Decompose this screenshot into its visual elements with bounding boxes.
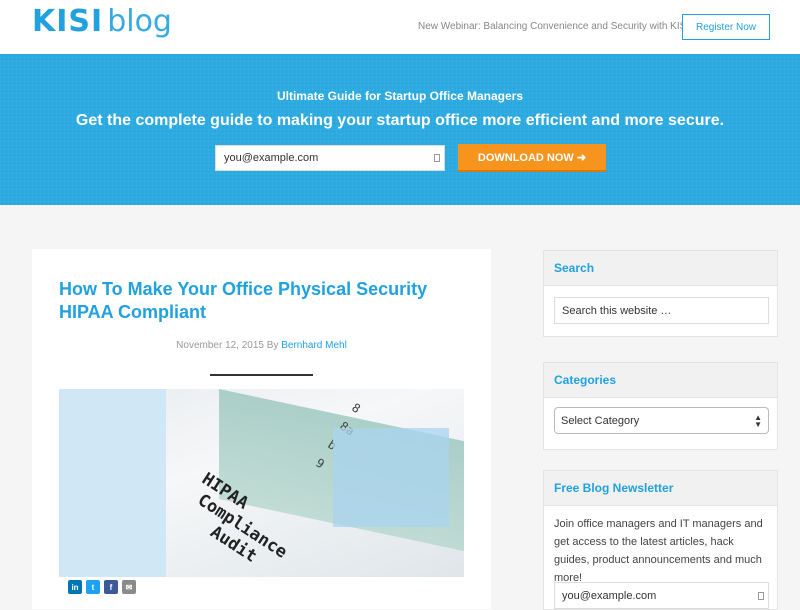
twitter-icon[interactable]: t — [86, 580, 100, 594]
image-overlay-box — [333, 428, 449, 527]
hero-title: Get the complete guide to making your st… — [75, 112, 725, 129]
register-now-button[interactable]: Register Now — [682, 14, 770, 40]
webinar-link[interactable]: New Webinar: Balancing Convenience and S… — [418, 21, 689, 32]
facebook-icon[interactable]: f — [104, 580, 118, 594]
newsletter-widget-heading: Free Blog Newsletter — [544, 471, 777, 506]
autofill-icon — [434, 154, 440, 162]
article-card: How To Make Your Office Physical Securit… — [32, 249, 491, 609]
logo-blog-text: blog — [107, 4, 172, 39]
search-widget-heading: Search — [544, 251, 777, 286]
categories-widget: Categories Select Category ▲ ▼ — [543, 362, 778, 450]
article-title[interactable]: How To Make Your Office Physical Securit… — [59, 278, 479, 324]
site-header: KISI blog New Webinar: Balancing Conveni… — [0, 0, 800, 54]
newsletter-widget: Free Blog Newsletter Join office manager… — [543, 470, 778, 610]
hero-email-input[interactable]: you@example.com — [215, 145, 445, 171]
category-select[interactable]: Select Category ▲ ▼ — [554, 407, 769, 434]
linkedin-icon[interactable]: in — [68, 580, 82, 594]
hero-email-value: you@example.com — [224, 152, 319, 164]
title-divider — [210, 374, 313, 376]
article-date: November 12, 2015 — [176, 340, 264, 351]
article-meta: November 12, 2015 By Bernhard Mehl — [32, 340, 491, 351]
article-by: By — [266, 340, 279, 351]
kisi-blog-logo[interactable]: KISI blog — [32, 4, 172, 46]
sidebar-search-input[interactable]: Search this website … — [554, 297, 769, 324]
email-icon[interactable]: ✉ — [122, 580, 136, 594]
social-share-bar: in t f ✉ — [68, 580, 136, 594]
newsletter-email-input[interactable]: you@example.com — [554, 582, 769, 609]
hero-subtitle: Ultimate Guide for Startup Office Manage… — [276, 89, 524, 103]
download-now-button[interactable]: DOWNLOAD NOW ➜ — [458, 144, 606, 172]
categories-widget-heading: Categories — [544, 363, 777, 398]
article-featured-image[interactable]: 8 8a b 9 HIPAA Compliance Audit — [59, 389, 464, 577]
article-author-link[interactable]: Bernhard Mehl — [281, 340, 347, 351]
image-overlay-stripe — [59, 389, 166, 577]
category-select-value: Select Category — [561, 414, 640, 427]
autofill-icon — [758, 592, 764, 600]
search-widget: Search Search this website … — [543, 250, 778, 337]
hero-banner: Ultimate Guide for Startup Office Manage… — [0, 54, 800, 205]
logo-kisi-text: KISI — [32, 4, 104, 39]
newsletter-description: Join office managers and IT managers and… — [554, 518, 763, 584]
select-arrows-icon: ▲ ▼ — [754, 412, 762, 429]
